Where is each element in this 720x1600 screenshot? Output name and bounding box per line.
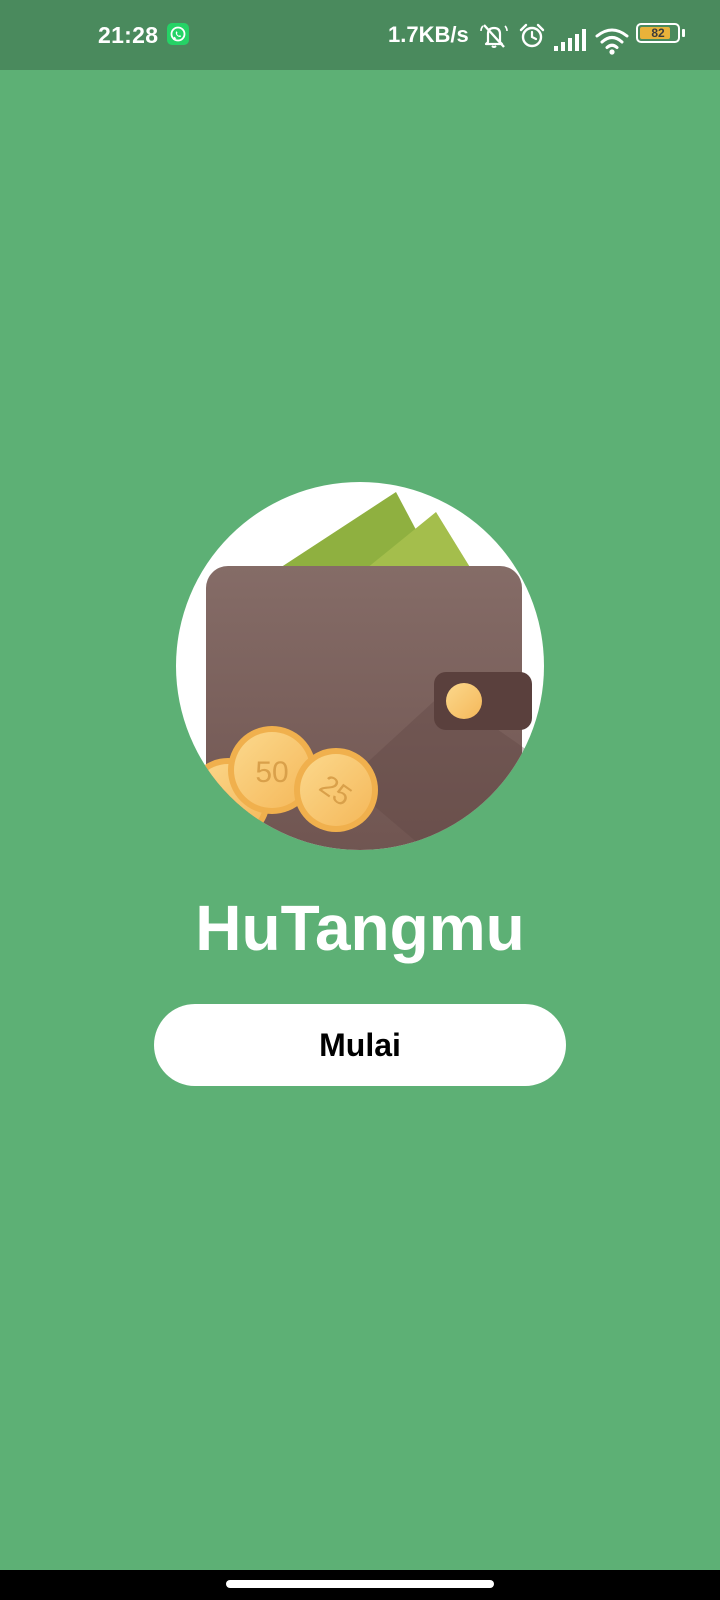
wallet-button: [446, 683, 482, 719]
app-title: HuTangmu: [195, 892, 525, 964]
wifi-icon: [595, 27, 629, 60]
network-speed: 1.7KB/s: [388, 22, 469, 47]
start-button[interactable]: Mulai: [154, 1004, 566, 1086]
whatsapp-icon: [167, 23, 189, 45]
alarm-icon: [518, 23, 546, 54]
coin-25: 25: [294, 748, 378, 832]
status-time: 21:28: [98, 21, 159, 48]
svg-text:50: 50: [255, 756, 288, 789]
battery-nub: [682, 29, 685, 37]
signal-icon: [554, 29, 588, 56]
status-bar: 21:28 1.7KB/s 82: [0, 0, 720, 70]
battery-level: 82: [651, 26, 665, 40]
wallet-logo-icon: 50 25: [176, 482, 544, 850]
app-logo: 50 25: [176, 482, 544, 850]
bell-off-icon: [479, 23, 509, 54]
battery-icon: 82: [636, 23, 680, 43]
home-indicator[interactable]: [226, 1580, 494, 1588]
